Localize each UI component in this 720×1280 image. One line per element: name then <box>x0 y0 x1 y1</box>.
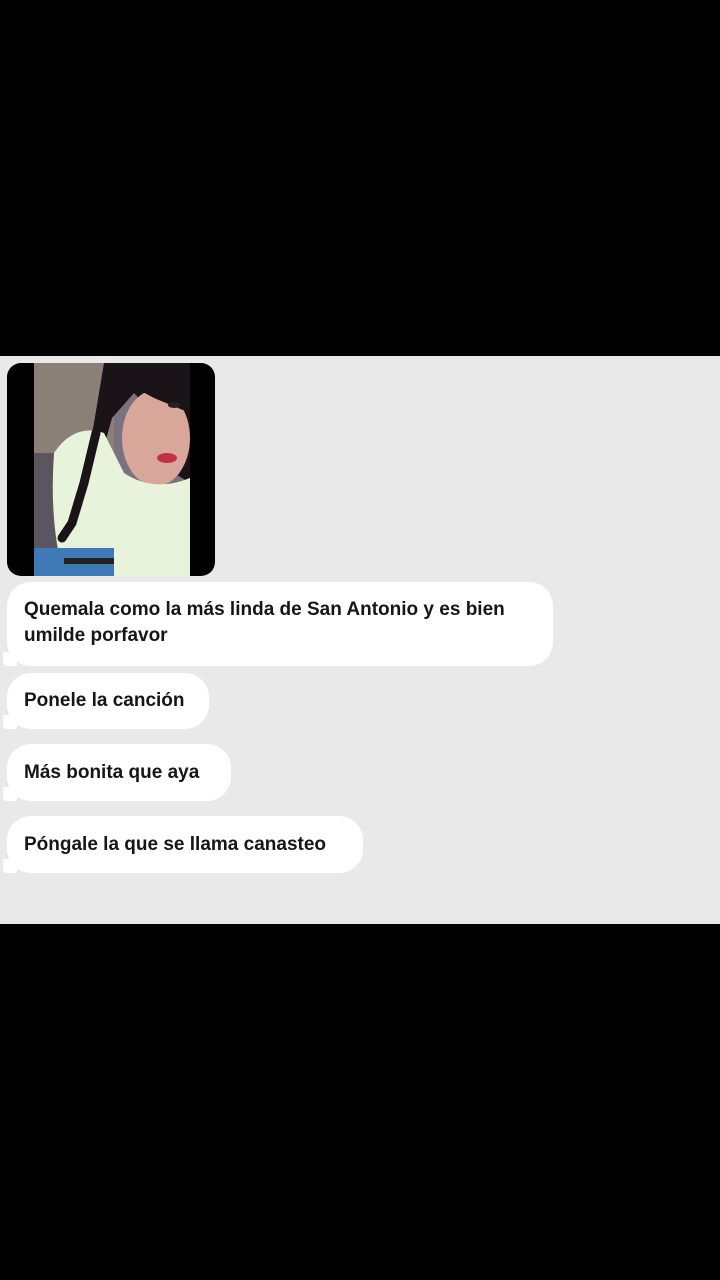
message-text: Más bonita que aya <box>24 762 200 783</box>
chat-area[interactable]: Quemala como la más linda de San Antonio… <box>0 356 720 924</box>
message-bubble[interactable]: Más bonita que aya <box>3 744 231 801</box>
photo-image[interactable] <box>34 363 190 576</box>
top-black-bar <box>0 0 720 356</box>
message-bubble[interactable]: Póngale la que se llama canasteo <box>3 816 363 873</box>
message-bubble[interactable]: Ponele la canción <box>3 673 209 729</box>
bubble-tail <box>3 652 17 666</box>
bubble-tail <box>3 715 17 729</box>
bottom-black-bar <box>0 924 720 1280</box>
message-bubble[interactable]: Quemala como la más linda de San Antonio… <box>3 582 553 666</box>
bubble-tail <box>3 859 17 873</box>
message-text: Quemala como la más linda de San Antonio… <box>24 599 505 646</box>
photo-illustration <box>34 363 190 576</box>
bubble-tail <box>3 787 17 801</box>
message-text: Póngale la que se llama canasteo <box>24 834 327 855</box>
photo-message[interactable] <box>7 363 215 576</box>
message-text: Ponele la canción <box>24 690 185 711</box>
